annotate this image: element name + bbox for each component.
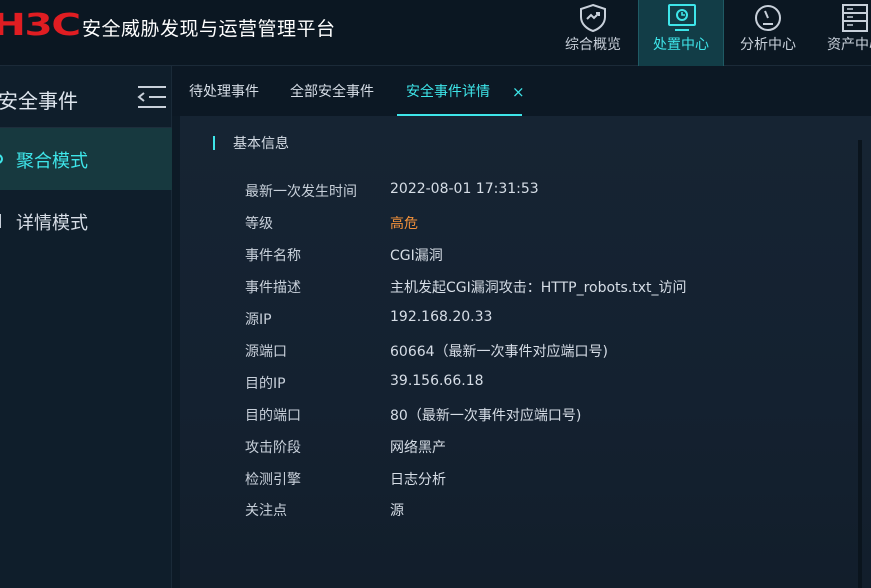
field-value: 2022-08-01 17:31:53 <box>390 181 539 197</box>
field-row: 源端口 60664（最新一次事件对应端口号) <box>0 341 860 365</box>
field-key: 检测引擎 <box>245 472 301 488</box>
severity-value: 高危 <box>390 216 418 232</box>
field-row: 关注点 源 <box>0 500 860 524</box>
app-title: 安全威胁发现与运营管理平台 <box>82 18 336 40</box>
nav-label: 资产中心 <box>827 37 871 53</box>
field-value: 网络黑产 <box>390 440 446 456</box>
field-value: 源 <box>390 503 404 519</box>
nav-overview[interactable]: 综合概览 <box>550 0 636 66</box>
field-value: 日志分析 <box>390 472 446 488</box>
field-row: 等级 高危 <box>0 213 860 237</box>
field-row: 攻击阶段 网络黑产 <box>0 437 860 461</box>
field-key: 源IP <box>245 312 272 328</box>
field-key: 事件描述 <box>245 280 301 296</box>
field-key: 目的端口 <box>245 408 301 424</box>
tab-bar: 待处理事件 全部安全事件 安全事件详情 × <box>172 66 871 116</box>
nav-disposal-center[interactable]: 处置中心 <box>638 0 724 66</box>
field-value: 39.156.66.18 <box>390 373 484 389</box>
mode-icon <box>0 154 3 164</box>
field-row: 事件名称 CGI漏洞 <box>0 245 860 269</box>
sidebar-item-label: 聚合模式 <box>16 151 88 172</box>
gauge-icon <box>755 5 781 31</box>
nav-label: 综合概览 <box>565 37 621 53</box>
tab-all-security-events[interactable]: 全部安全事件 <box>290 66 374 116</box>
field-row: 事件描述 主机发起CGI漏洞攻击：HTTP_robots.txt_访问 <box>0 277 860 301</box>
field-value: CGI漏洞 <box>390 248 443 264</box>
section-marker <box>213 136 215 150</box>
sidebar-header: 安全事件 <box>0 66 172 128</box>
field-key: 关注点 <box>245 503 287 519</box>
shield-check-icon <box>580 3 606 33</box>
tab-security-event-detail[interactable]: 安全事件详情 × <box>397 66 525 118</box>
field-value: 主机发起CGI漏洞攻击：HTTP_robots.txt_访问 <box>390 280 687 296</box>
field-key: 攻击阶段 <box>245 440 301 456</box>
nav-label: 分析中心 <box>740 37 796 53</box>
field-key: 事件名称 <box>245 248 301 264</box>
field-value: 60664（最新一次事件对应端口号) <box>390 344 608 360</box>
nav-label: 处置中心 <box>653 37 709 53</box>
field-row: 源IP 192.168.20.33 <box>0 309 860 333</box>
sidebar-title: 安全事件 <box>0 89 78 113</box>
server-icon <box>842 4 868 32</box>
monitor-icon <box>668 4 696 31</box>
field-row: 最新一次发生时间 2022-08-01 17:31:53 <box>0 181 860 205</box>
field-row: 检测引擎 日志分析 <box>0 469 860 493</box>
section-title: 基本信息 <box>233 136 289 152</box>
field-value: 192.168.20.33 <box>390 309 493 325</box>
field-key: 等级 <box>245 216 273 232</box>
field-row: 目的端口 80（最新一次事件对应端口号) <box>0 405 860 429</box>
nav-analysis-center[interactable]: 分析中心 <box>725 0 811 66</box>
field-value: 80（最新一次事件对应端口号) <box>390 408 582 424</box>
field-key: 源端口 <box>245 344 287 360</box>
field-key: 目的IP <box>245 376 286 392</box>
collapse-menu-icon[interactable] <box>135 84 169 110</box>
h3c-logo: H3C <box>0 8 81 43</box>
field-key: 最新一次发生时间 <box>245 184 357 200</box>
tab-pending-events[interactable]: 待处理事件 <box>189 66 259 116</box>
top-bar: H3C 安全威胁发现与运营管理平台 综合概览 处置中心 分析中心 资产中 <box>0 0 871 66</box>
field-row: 目的IP 39.156.66.18 <box>0 373 860 397</box>
close-icon[interactable]: × <box>512 66 525 118</box>
tab-label: 安全事件详情 <box>406 84 490 100</box>
nav-asset-center[interactable]: 资产中心 <box>812 0 871 66</box>
